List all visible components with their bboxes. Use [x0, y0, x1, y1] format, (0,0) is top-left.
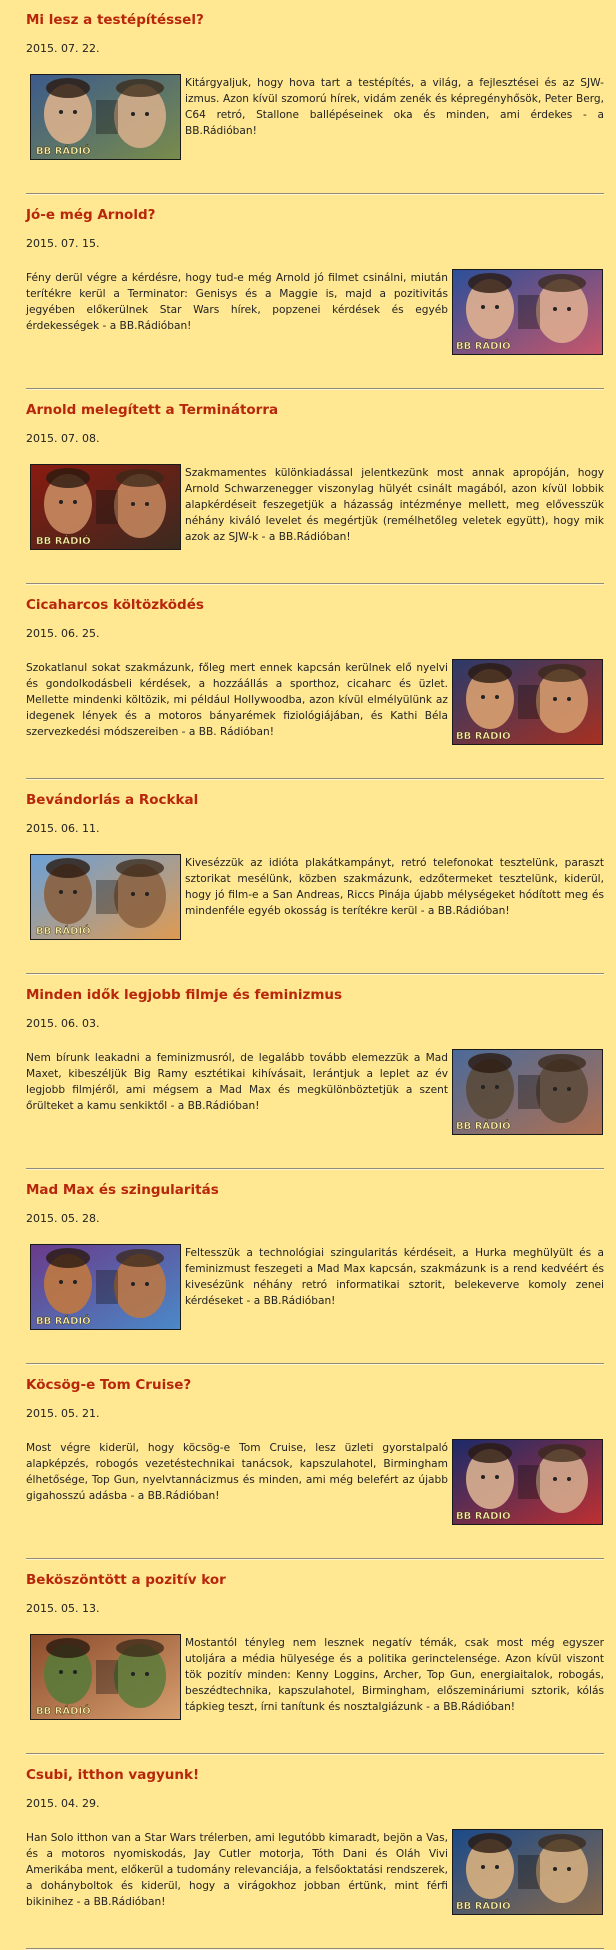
post-summary: Nem bírunk leakadni a feminizmusról, de …	[26, 1052, 448, 1112]
radio-logo: BB RÁDIÓ	[36, 1704, 91, 1717]
post-item: Jó-e még Arnold? 2015. 07. 15. BB RÁDIÓ Fén…	[26, 195, 604, 390]
post-title-link[interactable]: Beköszöntött a pozitív kor	[26, 1572, 226, 1588]
post-summary: Kivesézzük az idióta plakátkampányt, ret…	[185, 857, 604, 917]
radio-logo: BB RÁDIÓ	[36, 1314, 91, 1327]
radio-logo: BB RÁDIÓ	[36, 534, 91, 547]
post-feed: Mi lesz a testépítéssel? 2015. 07. 22. BB …	[0, 0, 616, 1950]
post-thumbnail[interactable]: BB RÁDIÓ	[452, 659, 603, 745]
post-title-link[interactable]: Minden idők legjobb filmje és feminizmus	[26, 987, 342, 1003]
post-date: 2015. 06. 03.	[26, 1017, 100, 1030]
post-date: 2015. 05. 13.	[26, 1602, 100, 1615]
post-date: 2015. 06. 25.	[26, 627, 100, 640]
post-item: Mad Max és szingularitás 2015. 05. 28. BB …	[26, 1170, 604, 1365]
post-thumbnail[interactable]: BB RÁDIÓ	[452, 1439, 603, 1525]
post-thumbnail[interactable]: BB RÁDIÓ	[452, 1829, 603, 1915]
radio-logo: BB RÁDIÓ	[456, 729, 511, 742]
radio-logo: BB RÁDIÓ	[456, 1509, 511, 1522]
radio-logo: BB RÁDIÓ	[456, 1119, 511, 1132]
post-summary: Mostantól tényleg nem lesznek negatív té…	[185, 1637, 604, 1713]
post-thumbnail[interactable]: BB RÁDIÓ	[30, 854, 181, 940]
radio-logo: BB RÁDIÓ	[36, 924, 91, 937]
radio-logo: BB RÁDIÓ	[36, 144, 91, 157]
post-thumbnail[interactable]: BB RÁDIÓ	[30, 1244, 181, 1330]
post-title-link[interactable]: Mi lesz a testépítéssel?	[26, 12, 204, 28]
post-title-link[interactable]: Csubi, itthon vagyunk!	[26, 1767, 199, 1783]
post-summary: Szakmamentes különkiadással jelentkezünk…	[185, 467, 604, 543]
post-item: Cicaharcos költözködés 2015. 06. 25. BB RÁ…	[26, 585, 604, 780]
post-date: 2015. 07. 22.	[26, 42, 100, 55]
post-item: Köcsög-e Tom Cruise? 2015. 05. 21. BB RÁDI…	[26, 1365, 604, 1560]
post-summary: Feltesszük a technológiai szingularitás …	[185, 1247, 604, 1307]
radio-logo: BB RÁDIÓ	[456, 1899, 511, 1912]
post-item: Bevándorlás a Rockkal 2015. 06. 11. BB RÁD…	[26, 780, 604, 975]
post-thumbnail[interactable]: BB RÁDIÓ	[30, 464, 181, 550]
post-thumbnail[interactable]: BB RÁDIÓ	[30, 1634, 181, 1720]
post-title-link[interactable]: Cicaharcos költözködés	[26, 597, 204, 613]
post-thumbnail[interactable]: BB RÁDIÓ	[452, 1049, 603, 1135]
post-item: Minden idők legjobb filmje és feminizmus…	[26, 975, 604, 1170]
radio-logo: BB RÁDIÓ	[456, 339, 511, 352]
post-summary: Szokatlanul sokat szakmázunk, főleg mert…	[26, 662, 448, 738]
post-title-link[interactable]: Jó-e még Arnold?	[26, 207, 155, 223]
post-item: Csubi, itthon vagyunk! 2015. 04. 29. BB RÁ…	[26, 1755, 604, 1950]
post-summary: Most végre kiderül, hogy köcsög-e Tom Cr…	[26, 1442, 448, 1502]
post-title-link[interactable]: Bevándorlás a Rockkal	[26, 792, 198, 808]
post-title-link[interactable]: Arnold melegített a Terminátorra	[26, 402, 278, 418]
post-summary: Han Solo itthon van a Star Wars trélerbe…	[26, 1832, 448, 1908]
post-date: 2015. 06. 11.	[26, 822, 100, 835]
post-summary: Fény derül végre a kérdésre, hogy tud-e …	[26, 272, 448, 332]
post-date: 2015. 07. 08.	[26, 432, 100, 445]
post-item: Beköszöntött a pozitív kor 2015. 05. 13. B…	[26, 1560, 604, 1755]
post-thumbnail[interactable]: BB RÁDIÓ	[452, 269, 603, 355]
post-date: 2015. 05. 21.	[26, 1407, 100, 1420]
post-date: 2015. 07. 15.	[26, 237, 100, 250]
post-thumbnail[interactable]: BB RÁDIÓ	[30, 74, 181, 160]
post-summary: Kitárgyaljuk, hogy hova tart a testépíté…	[185, 77, 604, 137]
post-item: Mi lesz a testépítéssel? 2015. 07. 22. BB …	[26, 0, 604, 195]
post-date: 2015. 05. 28.	[26, 1212, 100, 1225]
post-date: 2015. 04. 29.	[26, 1797, 100, 1810]
post-item: Arnold melegített a Terminátorra 2015. 07…	[26, 390, 604, 585]
post-title-link[interactable]: Mad Max és szingularitás	[26, 1182, 219, 1198]
post-title-link[interactable]: Köcsög-e Tom Cruise?	[26, 1377, 191, 1393]
